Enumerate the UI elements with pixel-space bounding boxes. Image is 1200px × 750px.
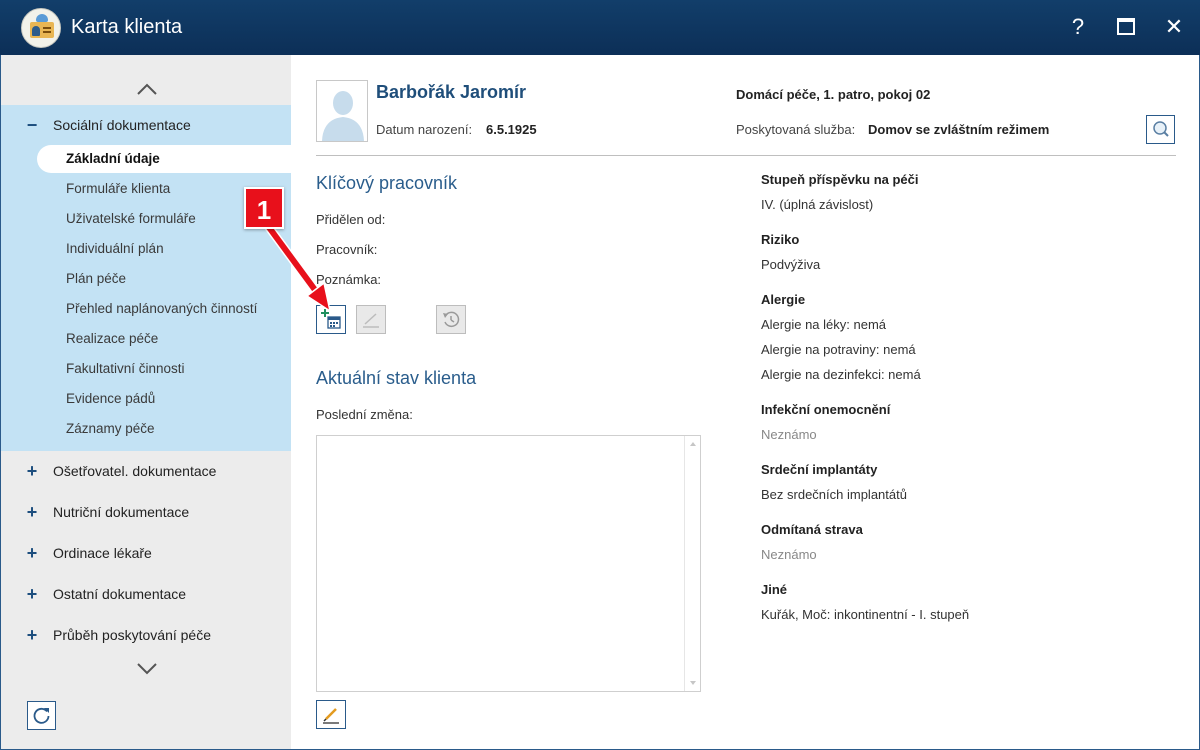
- info-title-other: Jiné: [761, 582, 788, 597]
- service-value: Domov se zvláštním režimem: [868, 122, 1050, 137]
- info-value-other: Kuřák, Moč: inkontinentní - I. stupeň: [761, 607, 970, 622]
- refresh-button[interactable]: [27, 701, 56, 730]
- info-title-risk: Riziko: [761, 232, 800, 247]
- sidebar-item-label: Individuální plán: [66, 241, 164, 256]
- magnifier-icon: [1153, 121, 1169, 137]
- info-title-allergies: Alergie: [761, 292, 806, 307]
- sidebar-item-plan-pece[interactable]: Plán péče: [37, 265, 291, 293]
- scroll-up-icon: [690, 442, 696, 446]
- main-panel: Barbořák Jaromír Datum narození: 6.5.192…: [291, 55, 1199, 749]
- sidebar-item-zaznamy-pece[interactable]: Záznamy péče: [37, 415, 291, 443]
- sidebar-section-label: Nutriční dokumentace: [53, 504, 190, 520]
- sidebar-section-label: Sociální dokumentace: [53, 117, 191, 133]
- client-photo: [316, 80, 368, 142]
- history-button[interactable]: [436, 305, 466, 334]
- info-value-allergy-disinfection: Alergie na dezinfekci: nemá: [761, 367, 921, 382]
- info-value-heart-implants: Bez srdečních implantátů: [761, 487, 907, 502]
- birth-date-label: Datum narození:: [376, 122, 473, 137]
- sidebar-item-label: Záznamy péče: [66, 421, 155, 436]
- pencil-icon: [363, 313, 379, 328]
- info-value-risk: Podvýživa: [761, 257, 821, 272]
- sidebar-item-evidence-padu[interactable]: Evidence pádů: [37, 385, 291, 413]
- sidebar-item-realizace-pece[interactable]: Realizace péče: [37, 325, 291, 353]
- info-title-refused-food: Odmítaná strava: [761, 522, 863, 537]
- sidebar-section-prubeh[interactable]: + Průběh poskytování péče: [1, 615, 291, 655]
- service-label: Poskytovaná služba:: [736, 122, 856, 137]
- sidebar-section-header-social[interactable]: − Sociální dokumentace: [1, 105, 291, 145]
- sidebar-section-osetrovatel[interactable]: + Ošetřovatel. dokumentace: [1, 451, 291, 491]
- sidebar-item-label: Uživatelské formuláře: [66, 211, 196, 226]
- search-button[interactable]: [1146, 115, 1175, 144]
- textarea-scrollbar[interactable]: [684, 436, 700, 691]
- expand-icon: +: [26, 543, 38, 563]
- sidebar-item-label: Základní údaje: [66, 151, 160, 166]
- scroll-down-icon: [690, 681, 696, 685]
- sidebar-section-ostatni[interactable]: + Ostatní dokumentace: [1, 574, 291, 614]
- sidebar-item-individualni-plan[interactable]: Individuální plán: [37, 235, 291, 263]
- edit-state-button[interactable]: [316, 700, 346, 729]
- annotation-number-badge: 1: [244, 187, 284, 229]
- edit-key-worker-button[interactable]: [356, 305, 386, 334]
- current-state-textarea[interactable]: [316, 435, 701, 692]
- sidebar-item-prehled-cinnosti[interactable]: Přehled naplánovaných činností: [37, 295, 291, 323]
- info-value-allergy-drugs: Alergie na léky: nemá: [761, 317, 887, 332]
- info-title-infections: Infekční onemocnění: [761, 402, 891, 417]
- client-name: Barbořák Jaromír: [376, 82, 527, 102]
- assigned-from-label: Přidělen od:: [316, 212, 386, 227]
- maximize-icon: [1117, 18, 1135, 35]
- sidebar-item-label: Formuláře klienta: [66, 181, 171, 196]
- sidebar-section-label: Ostatní dokumentace: [53, 586, 187, 602]
- sidebar-item-label: Plán péče: [66, 271, 127, 286]
- info-value-care-allowance: IV. (úplná závislost): [761, 197, 874, 212]
- sidebar-section-label: Ordinace lékaře: [53, 545, 152, 561]
- key-worker-heading: Klíčový pracovník: [316, 173, 458, 193]
- help-button[interactable]: ?: [1064, 13, 1092, 41]
- window-title: Karta klienta: [71, 16, 183, 38]
- close-button[interactable]: ✕: [1160, 13, 1188, 41]
- sidebar-item-label: Fakultativní činnosti: [66, 361, 185, 376]
- expand-icon: +: [26, 502, 38, 522]
- note-label: Poznámka:: [316, 272, 382, 287]
- info-title-heart-implants: Srdeční implantáty: [761, 462, 878, 477]
- add-key-worker-button[interactable]: [316, 305, 346, 334]
- expand-icon: +: [26, 625, 38, 645]
- expand-icon: +: [26, 461, 38, 481]
- sidebar-section-label: Průběh poskytování péče: [53, 627, 211, 643]
- info-title-care-allowance: Stupeň příspěvku na péči: [761, 172, 919, 187]
- sidebar-item-label: Přehled naplánovaných činností: [66, 301, 258, 316]
- client-location: Domácí péče, 1. patro, pokoj 02: [736, 87, 931, 102]
- current-state-heading: Aktuální stav klienta: [316, 368, 477, 388]
- worker-label: Pracovník:: [316, 242, 378, 257]
- sidebar-section-nutricni[interactable]: + Nutriční dokumentace: [1, 492, 291, 532]
- expand-icon: +: [26, 584, 38, 604]
- add-calendar-icon: [321, 309, 341, 329]
- chevron-up-icon[interactable]: [135, 80, 159, 98]
- header-divider: [316, 155, 1176, 156]
- sidebar-section-ordinace[interactable]: + Ordinace lékaře: [1, 533, 291, 573]
- person-placeholder-icon: [317, 81, 367, 141]
- sidebar-item-label: Evidence pádů: [66, 391, 156, 406]
- info-value-refused-food: Neznámo: [761, 547, 817, 562]
- title-bar: Karta klienta ? ✕: [0, 0, 1200, 55]
- sidebar-item-fakultativni-cinnosti[interactable]: Fakultativní činnosti: [37, 355, 291, 383]
- pencil-icon: [323, 708, 339, 724]
- client-card-app-icon: [21, 8, 61, 48]
- refresh-icon: [33, 707, 50, 724]
- history-icon: [443, 311, 460, 328]
- collapse-icon: −: [26, 115, 38, 135]
- sidebar: − Sociální dokumentace Základní údaje Fo…: [1, 55, 291, 749]
- maximize-button[interactable]: [1112, 13, 1140, 41]
- sidebar-section-label: Ošetřovatel. dokumentace: [53, 463, 217, 479]
- sidebar-item-label: Realizace péče: [66, 331, 159, 346]
- info-value-infections: Neznámo: [761, 427, 817, 442]
- sidebar-item-zakladni-udaje[interactable]: Základní údaje: [37, 145, 291, 173]
- info-value-allergy-food: Alergie na potraviny: nemá: [761, 342, 916, 357]
- sidebar-section-social: − Sociální dokumentace Základní údaje Fo…: [1, 105, 291, 451]
- last-change-label: Poslední změna:: [316, 407, 413, 422]
- chevron-down-icon[interactable]: [135, 660, 159, 678]
- birth-date-value: 6.5.1925: [486, 122, 537, 137]
